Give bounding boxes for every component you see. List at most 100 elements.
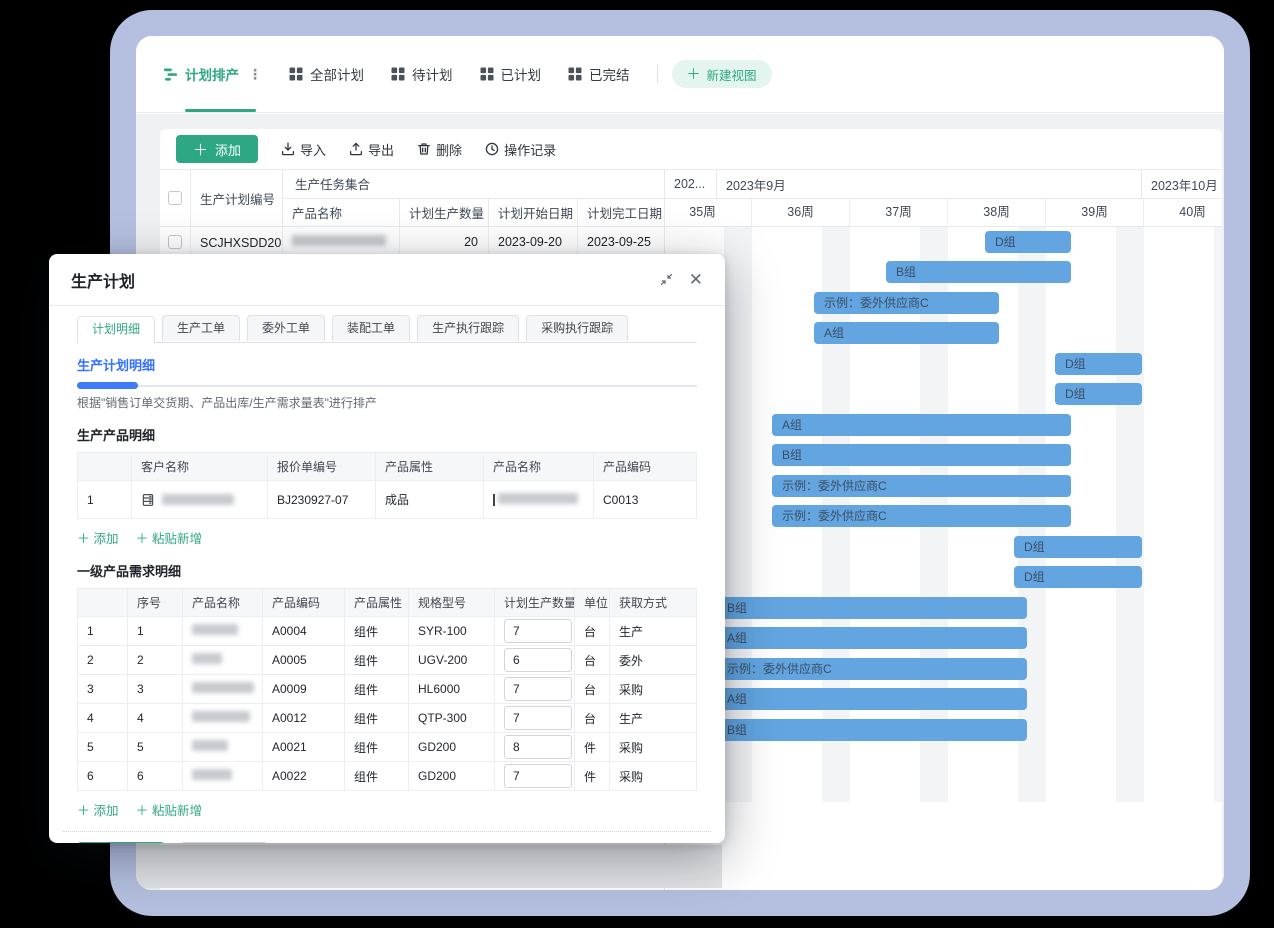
gantt-month: 202...	[665, 170, 717, 198]
demand-table-row[interactable]: 22A0005组件UGV-200台委外	[78, 646, 697, 675]
gantt-bar[interactable]: B组	[691, 597, 1027, 619]
attr-cell: 组件	[345, 617, 409, 646]
attr-cell: 组件	[345, 733, 409, 762]
import-button[interactable]: 导入	[281, 140, 326, 159]
add-row-link[interactable]: ＋ 添加	[77, 800, 119, 819]
gantt-bar[interactable]: 示例：委外供应商C	[772, 475, 1071, 497]
modal-header: 生产计划 ✕	[49, 254, 725, 306]
modal-tab-outsource-order[interactable]: 委外工单	[247, 315, 325, 341]
col-product: 产品名称	[484, 453, 594, 481]
gantt-bar[interactable]: D组	[1014, 536, 1142, 558]
submit-button[interactable]: 提交	[77, 842, 165, 843]
method-cell: 生产	[610, 704, 697, 733]
gantt-month-row: 202... 2023年9月 2023年10月	[665, 170, 1222, 199]
qty-input[interactable]	[504, 648, 572, 672]
gantt-bar[interactable]: D组	[1014, 566, 1142, 588]
weekend-stripe	[1116, 227, 1144, 802]
redacted-product-name	[498, 493, 578, 504]
product-table: 客户名称 报价单编号 产品属性 产品名称 产品编码 1	[77, 452, 697, 519]
gantt-bar[interactable]: 示例：委外供应商C	[814, 292, 999, 314]
delete-button[interactable]: 删除	[417, 140, 462, 159]
modal-tab-purchase-tracking[interactable]: 采购执行跟踪	[526, 315, 628, 341]
col-code: 产品编码	[263, 589, 345, 617]
product-table-row[interactable]: 1 BJ230927-07 成品 C0013	[78, 481, 697, 519]
export-button[interactable]: 导出	[349, 140, 394, 159]
code-cell: C0013	[594, 481, 697, 519]
tab-all-plans[interactable]: 全部计划	[289, 64, 364, 84]
gantt-week-label: 37周	[850, 199, 948, 226]
qty-input[interactable]	[504, 619, 572, 643]
demand-table-row[interactable]: 11A0004组件SYR-100台生产	[78, 617, 697, 646]
qty-input[interactable]	[504, 764, 572, 788]
code-cell: A0012	[263, 704, 345, 733]
demand-table-row[interactable]: 44A0012组件QTP-300台生产	[78, 704, 697, 733]
plus-icon: ＋	[193, 139, 208, 160]
gantt-bar[interactable]: D组	[1055, 383, 1142, 405]
gantt-bar[interactable]: A组	[691, 627, 1027, 649]
col-plan-qty: 计划生产数量	[400, 199, 489, 227]
add-row-link[interactable]: ＋ 添加	[77, 528, 119, 547]
paste-add-link[interactable]: ＋ 粘贴新增	[136, 528, 203, 547]
redacted-product-name	[192, 711, 250, 722]
history-button[interactable]: 操作记录	[485, 140, 556, 159]
product-name-cell	[484, 481, 594, 519]
progress-segment	[77, 382, 138, 389]
gantt-week-label: 36周	[752, 199, 850, 226]
demand-table-row[interactable]: 55A0021组件GD200件采购	[78, 733, 697, 762]
gantt-bar[interactable]: 示例：委外供应商C	[772, 505, 1071, 527]
import-icon	[281, 142, 295, 156]
qty-input[interactable]	[504, 735, 572, 759]
save-draft-button[interactable]: 保存草稿	[180, 842, 268, 843]
product-name-cell	[183, 617, 263, 646]
gantt-bar[interactable]: B组	[886, 261, 1071, 283]
tab-more-icon[interactable]: ⋮	[248, 66, 262, 83]
export-label: 导出	[368, 140, 394, 159]
gantt-bar[interactable]: B组	[772, 444, 1071, 466]
code-cell: A0004	[263, 617, 345, 646]
gantt-bar[interactable]: A组	[691, 688, 1027, 710]
gantt-bar[interactable]: A组	[814, 322, 999, 344]
spec-cell: UGV-200	[409, 646, 495, 675]
tab-plan-scheduling[interactable]: 计划排产 ⋮	[163, 64, 262, 84]
gantt-bar[interactable]: D组	[1055, 353, 1142, 375]
col-product-name: 产品名称	[283, 199, 400, 227]
code-cell: A0005	[263, 646, 345, 675]
tab-pending-plans[interactable]: 待计划	[391, 64, 453, 84]
demand-table-row[interactable]: 33A0009组件HL6000台采购	[78, 675, 697, 704]
qty-cell	[495, 762, 575, 791]
method-cell: 采购	[610, 733, 697, 762]
product-name-cell	[183, 704, 263, 733]
gantt-bar[interactable]: B组	[691, 719, 1027, 741]
gantt-bar[interactable]: A组	[772, 414, 1071, 436]
tabbar-divider	[657, 65, 658, 83]
tab-completed[interactable]: 已完结	[568, 64, 630, 84]
new-view-button[interactable]: ＋ 新建视图	[672, 60, 772, 88]
tab-planned[interactable]: 已计划	[480, 64, 542, 84]
modal-tab-assembly-order[interactable]: 装配工单	[332, 315, 410, 341]
paste-add-link[interactable]: ＋ 粘贴新增	[136, 800, 203, 819]
col-seq: 序号	[128, 589, 183, 617]
index-cell: 1	[78, 617, 128, 646]
modal-tab-plan-detail[interactable]: 计划明细	[77, 316, 155, 343]
qty-cell	[495, 646, 575, 675]
demand-table-row[interactable]: 66A0022组件GD200件采购	[78, 762, 697, 791]
trash-icon	[417, 142, 431, 156]
row-checkbox[interactable]	[168, 235, 182, 249]
qty-cell	[495, 617, 575, 646]
modal-tab-production-tracking[interactable]: 生产执行跟踪	[417, 315, 519, 341]
attr-cell: 组件	[345, 762, 409, 791]
close-icon[interactable]: ✕	[689, 271, 703, 288]
collapse-icon[interactable]	[660, 273, 673, 286]
qty-input[interactable]	[504, 706, 572, 730]
gantt-bar[interactable]: 示例：委外供应商C	[691, 658, 1027, 680]
select-all-checkbox[interactable]	[168, 191, 182, 205]
gantt-bar[interactable]: D组	[985, 231, 1071, 253]
modal-tabs: 计划明细 生产工单 委外工单 装配工单 生产执行跟踪 采购执行跟踪	[77, 315, 697, 343]
add-button[interactable]: ＋ 添加	[176, 135, 258, 163]
gantt-plan-icon	[163, 67, 178, 82]
qty-input[interactable]	[504, 677, 572, 701]
seq-cell: 5	[128, 733, 183, 762]
modal-tab-production-order[interactable]: 生产工单	[162, 315, 240, 341]
toolbar: ＋ 添加 导入 导出	[160, 129, 1222, 169]
weekend-stripe	[724, 227, 752, 802]
